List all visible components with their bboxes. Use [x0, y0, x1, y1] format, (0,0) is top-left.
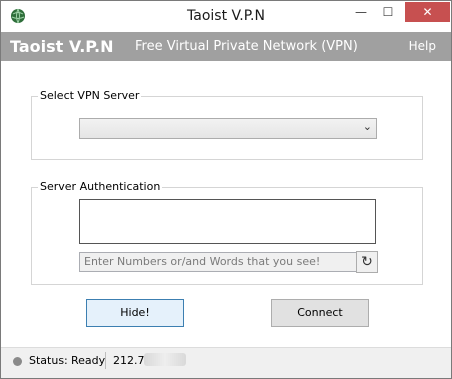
auth-group-label: Server Authentication: [38, 180, 163, 193]
brand-label: Taoist V.P.N: [10, 37, 114, 56]
maximize-button[interactable]: ☐: [375, 2, 401, 22]
refresh-captcha-button[interactable]: ↻: [356, 251, 378, 273]
status-value: Ready: [71, 354, 106, 367]
vpn-server-select[interactable]: ⌄: [79, 118, 377, 139]
captcha-image: [79, 199, 376, 244]
minimize-button[interactable]: —: [348, 2, 374, 22]
title-bar[interactable]: Taoist V.P.N — ☐ ✕: [1, 1, 451, 32]
chevron-down-icon: ⌄: [362, 120, 372, 133]
auth-group: Server Authentication ↻: [31, 180, 423, 285]
connect-button[interactable]: Connect: [271, 299, 369, 327]
close-button[interactable]: ✕: [405, 2, 450, 22]
refresh-icon: ↻: [361, 254, 373, 270]
app-header: Taoist V.P.N Free Virtual Private Networ…: [1, 32, 451, 61]
status-indicator-icon: [13, 357, 22, 366]
status-bar: Status: Ready 212.7.: [1, 347, 451, 378]
tagline: Free Virtual Private Network (VPN): [135, 39, 358, 54]
help-link[interactable]: Help: [409, 32, 436, 61]
server-group-label: Select VPN Server: [38, 89, 142, 102]
server-group: Select VPN Server ⌄: [31, 89, 423, 160]
app-window: Taoist V.P.N — ☐ ✕ Taoist V.P.N Free Vir…: [0, 0, 452, 379]
hide-button[interactable]: Hide!: [86, 299, 184, 327]
ip-address: 212.7.: [113, 354, 148, 367]
captcha-input[interactable]: [79, 252, 357, 272]
status-separator: [105, 352, 106, 369]
ip-redacted-blur: [144, 353, 186, 366]
status-label: Status:: [29, 354, 68, 367]
